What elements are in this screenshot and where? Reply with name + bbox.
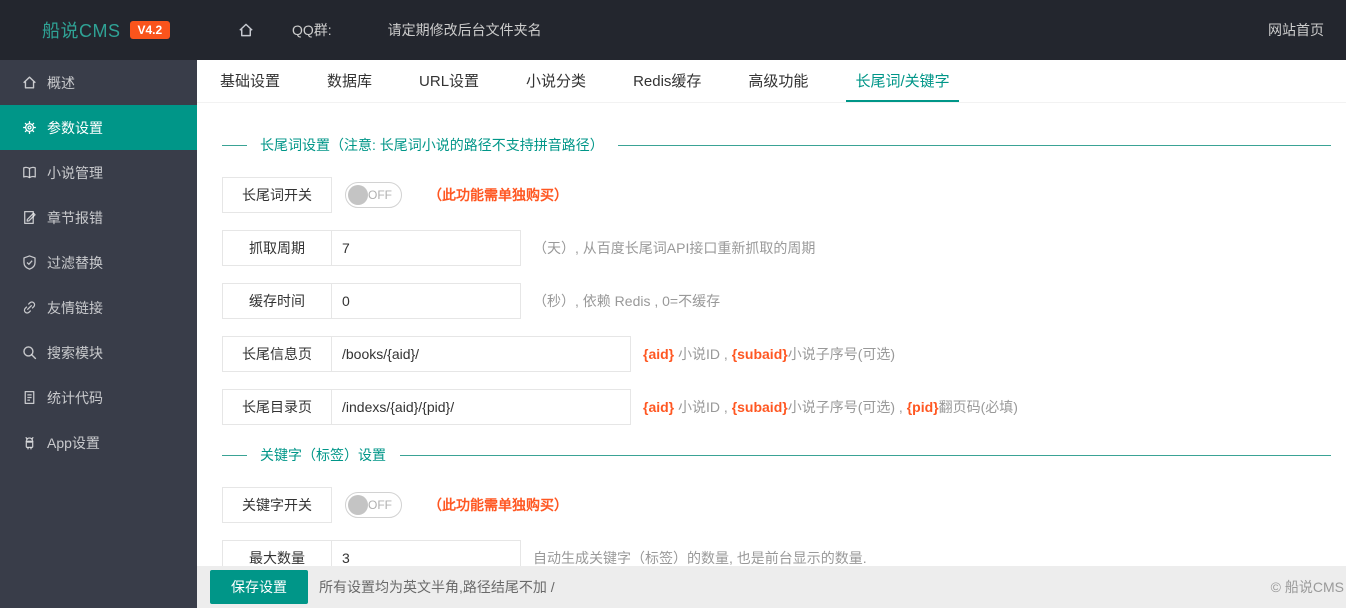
section-rule xyxy=(400,454,1331,456)
tab-database[interactable]: 数据库 xyxy=(318,60,381,102)
section-title-longtail: 长尾词设置（注意: 长尾词小说的路径不支持拼音路径） xyxy=(222,135,1331,155)
gear-icon xyxy=(21,119,38,136)
home-icon xyxy=(21,74,38,91)
notice-text: 请定期修改后台文件夹名 xyxy=(387,22,542,38)
section-dash xyxy=(222,454,247,456)
sidebar-item-app-settings[interactable]: App设置 xyxy=(0,420,197,465)
field-hint: （天）, 从百度长尾词API接口重新抓取的周期 xyxy=(533,240,816,256)
tab-longtail-keyword[interactable]: 长尾词/关键字 xyxy=(846,60,959,102)
longtail-info-page-input[interactable] xyxy=(331,336,631,372)
sidebar-item-friend-links[interactable]: 友情链接 xyxy=(0,285,197,330)
row-fetch-cycle: 抓取周期 （天）, 从百度长尾词API接口重新抓取的周期 xyxy=(222,230,1331,266)
toggle-state: OFF xyxy=(368,188,392,202)
report-edit-icon xyxy=(21,209,38,226)
logo-text: 船说CMS xyxy=(42,21,121,41)
sidebar-item-label: App设置 xyxy=(47,434,100,451)
longtail-index-page-input[interactable] xyxy=(331,389,631,425)
keyword-switch-toggle[interactable]: OFF xyxy=(345,492,402,518)
main-panel: 基础设置 数据库 URL设置 小说分类 Redis缓存 高级功能 长尾词/关键字… xyxy=(197,60,1346,608)
sidebar-item-settings[interactable]: 参数设置 xyxy=(0,105,197,150)
search-icon xyxy=(21,344,38,361)
row-cache-time: 缓存时间 （秒）, 依赖 Redis , 0=不缓存 xyxy=(222,283,1331,319)
sidebar-item-novel-manage[interactable]: 小说管理 xyxy=(0,150,197,195)
link-icon xyxy=(21,299,38,316)
section-title-keyword: 关键字（标签）设置 xyxy=(222,445,1331,465)
sidebar-item-label: 统计代码 xyxy=(47,389,103,406)
sidebar-item-filter-replace[interactable]: 过滤替换 xyxy=(0,240,197,285)
row-longtail-info-page: 长尾信息页 {aid} 小说ID , {subaid}小说子序号(可选) xyxy=(222,336,1331,372)
field-label: 关键字开关 xyxy=(222,487,332,523)
field-label: 长尾目录页 xyxy=(222,389,332,425)
sidebar: 概述 参数设置 小说管理 章节报错 过滤替换 友情链接 搜索模块 统计代码 Ap… xyxy=(0,60,197,608)
row-longtail-index-page: 长尾目录页 {aid} 小说ID , {subaid}小说子序号(可选) , {… xyxy=(222,389,1331,425)
section-rule xyxy=(617,144,1331,146)
version-badge: V4.2 xyxy=(129,21,171,39)
field-label: 缓存时间 xyxy=(222,283,332,319)
row-keyword-switch: 关键字开关 OFF （此功能需单独购买） xyxy=(222,487,1331,523)
logo: 船说CMS V4.2 xyxy=(0,17,197,43)
field-label: 长尾词开关 xyxy=(222,177,332,213)
tab-basic[interactable]: 基础设置 xyxy=(211,60,289,102)
field-hint: 自动生成关键字（标签）的数量, 也是前台显示的数量. xyxy=(533,550,867,566)
site-home-link[interactable]: 网站首页 xyxy=(1268,20,1324,40)
tab-redis[interactable]: Redis缓存 xyxy=(624,60,710,102)
row-longtail-switch: 长尾词开关 OFF （此功能需单独购买） xyxy=(222,177,1331,213)
shield-check-icon xyxy=(21,254,38,271)
tab-advanced[interactable]: 高级功能 xyxy=(739,60,817,102)
sidebar-item-search-module[interactable]: 搜索模块 xyxy=(0,330,197,375)
android-icon xyxy=(21,434,38,451)
sidebar-item-label: 参数设置 xyxy=(47,119,103,136)
code-doc-icon xyxy=(21,389,38,406)
sidebar-item-label: 章节报错 xyxy=(47,209,103,226)
footer-hint: 所有设置均为英文半角,路径结尾不加 / xyxy=(319,579,555,595)
tab-url[interactable]: URL设置 xyxy=(410,60,488,102)
home-icon[interactable] xyxy=(237,21,255,39)
toggle-knob xyxy=(348,495,368,515)
longtail-switch-toggle[interactable]: OFF xyxy=(345,182,402,208)
field-hint: {aid} 小说ID , {subaid}小说子序号(可选) , {pid}翻页… xyxy=(643,399,1018,415)
toggle-state: OFF xyxy=(368,498,392,512)
sidebar-item-chapter-report[interactable]: 章节报错 xyxy=(0,195,197,240)
field-label: 抓取周期 xyxy=(222,230,332,266)
sidebar-item-overview[interactable]: 概述 xyxy=(0,60,197,105)
section-dash xyxy=(222,144,247,146)
settings-content: 长尾词设置（注意: 长尾词小说的路径不支持拼音路径） 长尾词开关 OFF （此功… xyxy=(197,103,1346,608)
book-icon xyxy=(21,164,38,181)
copyright: © 船说CMS xyxy=(1270,579,1344,595)
sidebar-item-label: 过滤替换 xyxy=(47,254,103,271)
sidebar-item-label: 概述 xyxy=(47,74,75,91)
field-hint: （秒）, 依赖 Redis , 0=不缓存 xyxy=(533,293,721,309)
qq-group-label: QQ群: xyxy=(292,22,332,38)
field-label: 长尾信息页 xyxy=(222,336,332,372)
sidebar-item-label: 小说管理 xyxy=(47,164,103,181)
cache-time-input[interactable] xyxy=(331,283,521,319)
purchase-note: （此功能需单独购买） xyxy=(428,497,568,513)
field-hint: {aid} 小说ID , {subaid}小说子序号(可选) xyxy=(643,346,896,362)
save-settings-button[interactable]: 保存设置 xyxy=(210,570,308,604)
tab-novel-category[interactable]: 小说分类 xyxy=(517,60,595,102)
top-bar: 船说CMS V4.2 QQ群: 请定期修改后台文件夹名 网站首页 xyxy=(0,0,1346,60)
sidebar-item-label: 友情链接 xyxy=(47,299,103,316)
sidebar-item-label: 搜索模块 xyxy=(47,344,103,361)
footer-bar: 保存设置 所有设置均为英文半角,路径结尾不加 / © 船说CMS xyxy=(197,566,1346,608)
fetch-cycle-input[interactable] xyxy=(331,230,521,266)
toggle-knob xyxy=(348,185,368,205)
section-title-text: 关键字（标签）设置 xyxy=(260,447,386,463)
app-window: 船说CMS V4.2 QQ群: 请定期修改后台文件夹名 网站首页 概述 参数设置… xyxy=(0,0,1346,608)
settings-tabbar: 基础设置 数据库 URL设置 小说分类 Redis缓存 高级功能 长尾词/关键字 xyxy=(197,60,1346,103)
section-title-text: 长尾词设置（注意: 长尾词小说的路径不支持拼音路径） xyxy=(260,137,604,153)
sidebar-item-stats-code[interactable]: 统计代码 xyxy=(0,375,197,420)
purchase-note: （此功能需单独购买） xyxy=(428,187,568,203)
